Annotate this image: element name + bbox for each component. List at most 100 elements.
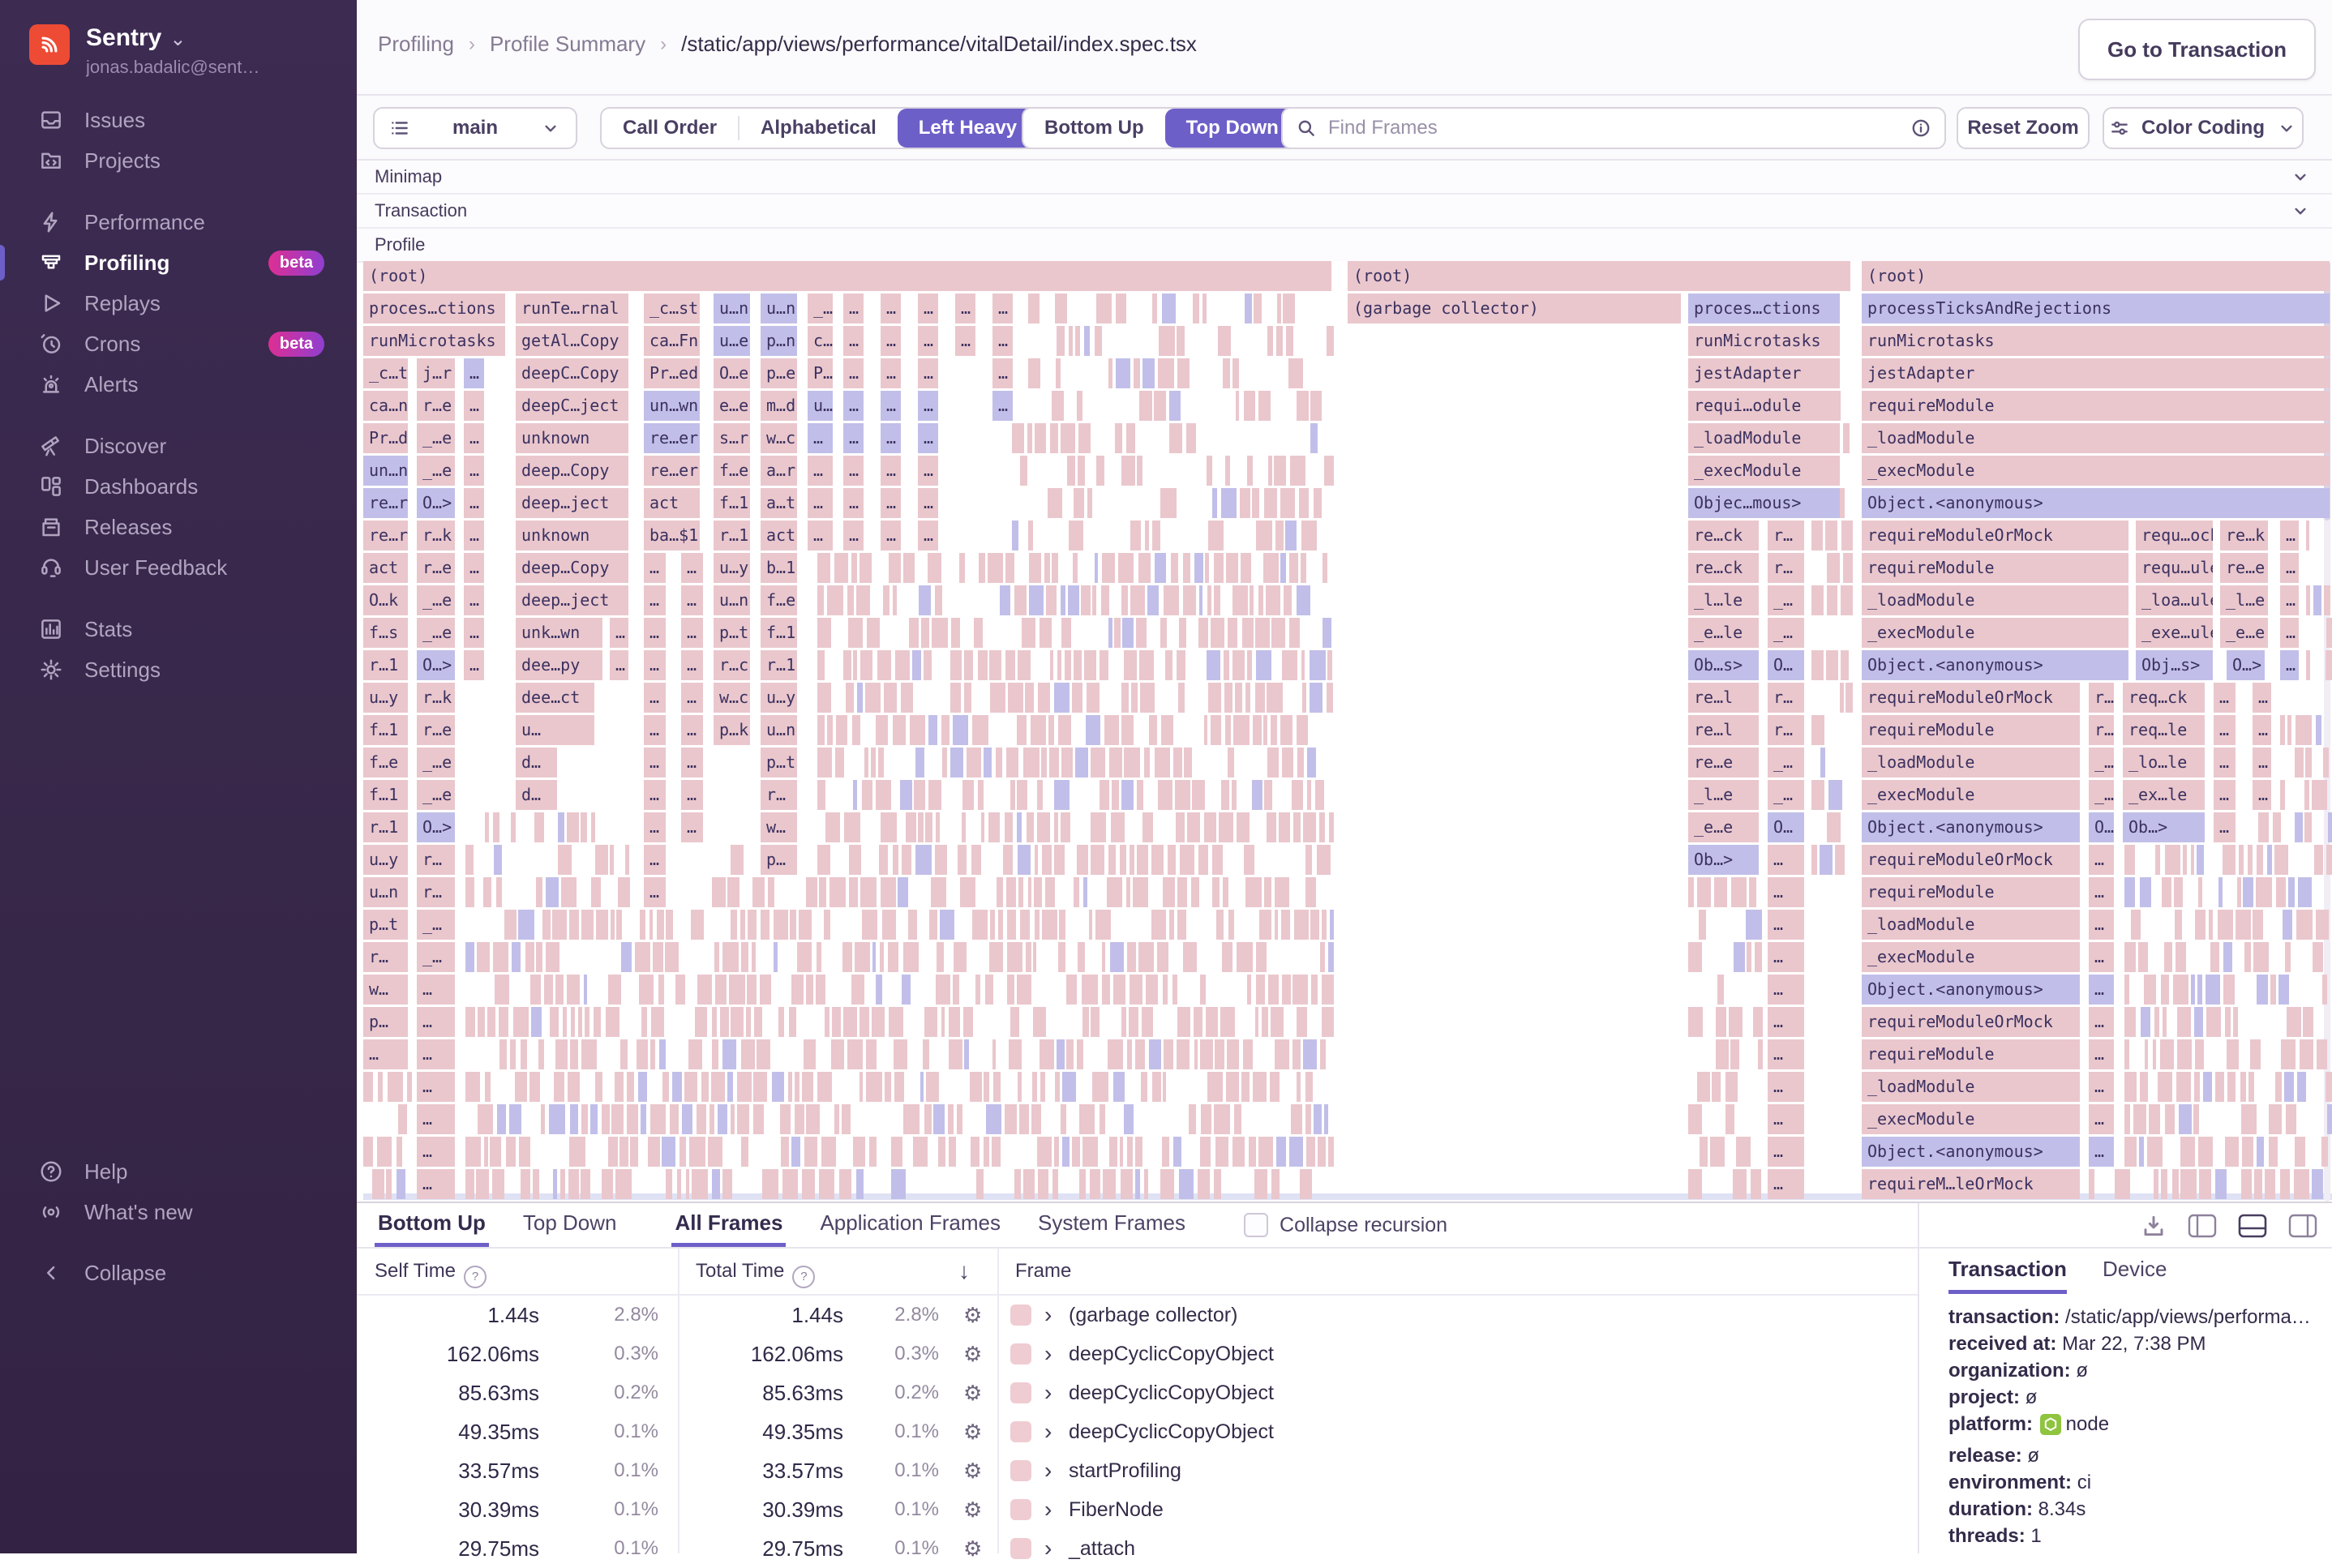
flame-frame[interactable]: …: [1768, 1169, 1804, 1199]
tab-system-frames[interactable]: System Frames: [1035, 1203, 1189, 1247]
flame-frame[interactable]: …: [992, 293, 1013, 323]
flame-frame[interactable]: (root): [363, 261, 1331, 291]
flame-frame[interactable]: …: [464, 423, 484, 453]
flame-frame[interactable]: …: [644, 618, 666, 648]
frame-settings-gear-icon[interactable]: ⚙: [963, 1451, 982, 1490]
flame-frame[interactable]: _…e: [417, 618, 455, 648]
flame-frame[interactable]: b…1: [761, 553, 797, 583]
expand-chevron-icon[interactable]: ›: [1044, 1529, 1052, 1568]
flame-frame[interactable]: Object.<anonymous>: [1862, 650, 2128, 680]
flame-frame[interactable]: u…n: [363, 877, 408, 907]
direction-top-down[interactable]: Top Down: [1164, 109, 1300, 148]
flame-frame[interactable]: Object.<anonymous>: [1862, 812, 2080, 842]
flame-frame[interactable]: …: [644, 812, 666, 842]
flame-frame[interactable]: (garbage collector): [1348, 293, 1681, 323]
flame-frame[interactable]: …: [843, 293, 864, 323]
self-time-column-header[interactable]: Self Time?: [375, 1260, 487, 1288]
flame-frame[interactable]: …: [2214, 780, 2236, 810]
expand-chevron-icon[interactable]: ›: [1044, 1451, 1052, 1490]
flame-frame[interactable]: f…e: [363, 748, 408, 778]
flame-frame[interactable]: …: [881, 456, 901, 486]
sidebar-item-alerts[interactable]: Alerts: [0, 364, 357, 405]
flame-frame[interactable]: r…: [1768, 553, 1804, 583]
total-time-column-header[interactable]: Total Time?: [696, 1260, 816, 1288]
flame-frame[interactable]: Object.<anonymous>: [1862, 488, 2330, 518]
flame-frame[interactable]: …: [808, 488, 833, 518]
flame-frame[interactable]: …: [464, 391, 484, 421]
flame-frame[interactable]: …: [955, 293, 975, 323]
flame-frame[interactable]: …: [1768, 877, 1804, 907]
flame-frame[interactable]: …: [1768, 1007, 1804, 1037]
flame-frame[interactable]: re…er: [644, 423, 700, 453]
flamegraph-canvas[interactable]: (root) (root) (root) proces…ctions runTe…rna…: [363, 261, 2332, 1202]
flame-frame[interactable]: …: [417, 1007, 455, 1037]
sidebar-item-profiling[interactable]: Profiling beta: [0, 242, 357, 283]
flame-frame[interactable]: …: [1768, 1104, 1804, 1134]
sidebar-item-collapse[interactable]: Collapse: [0, 1253, 357, 1293]
flame-frame[interactable]: …: [681, 780, 703, 810]
flame-frame[interactable]: p…t: [714, 618, 750, 648]
flame-frame[interactable]: _loa…ule: [2136, 585, 2213, 615]
details-tab-transaction[interactable]: Transaction: [1948, 1257, 2067, 1294]
flame-frame[interactable]: f…1: [363, 780, 408, 810]
flame-frame[interactable]: u…y: [761, 683, 797, 713]
flame-frame[interactable]: unk…wn: [516, 618, 602, 648]
flame-frame[interactable]: O…>: [417, 488, 455, 518]
flame-frame[interactable]: …: [2280, 585, 2299, 615]
flame-frame[interactable]: Obj…s>: [2136, 650, 2213, 680]
flame-frame[interactable]: re…l: [1688, 715, 1759, 745]
sidebar-item-help[interactable]: Help: [0, 1151, 357, 1192]
flame-frame[interactable]: Ob…>: [1688, 845, 1759, 875]
flame-frame[interactable]: …: [843, 326, 864, 356]
frame-table-row[interactable]: 85.63ms 0.2% 85.63ms 0.2% ⚙ › deepCyclicCopyOb…: [357, 1373, 1918, 1412]
chevron-down-icon[interactable]: [2290, 200, 2311, 221]
flame-frame[interactable]: r…: [1768, 521, 1804, 551]
flame-frame[interactable]: …: [363, 1039, 408, 1069]
flame-frame[interactable]: requ…ock: [2136, 521, 2213, 551]
flame-frame[interactable]: _e…e: [1688, 812, 1759, 842]
flame-frame[interactable]: _e…e: [2220, 618, 2268, 648]
color-coding-button[interactable]: Color Coding: [2103, 107, 2304, 149]
flame-frame[interactable]: …: [918, 293, 938, 323]
flame-frame[interactable]: …: [918, 326, 938, 356]
flame-frame[interactable]: _e…le: [1688, 618, 1759, 648]
flame-frame[interactable]: O…>: [417, 650, 455, 680]
sidebar-item-settings[interactable]: Settings: [0, 649, 357, 690]
flame-frame[interactable]: r…c: [714, 650, 750, 680]
flame-frame[interactable]: r…k: [417, 683, 455, 713]
flame-frame[interactable]: Pr…ed: [644, 358, 700, 388]
flame-frame[interactable]: Ob…s>: [1688, 650, 1759, 680]
flame-frame[interactable]: …: [918, 488, 938, 518]
flame-frame[interactable]: jestAdapter: [1688, 358, 1840, 388]
flame-frame[interactable]: _…: [2089, 748, 2114, 778]
flame-frame[interactable]: …: [1768, 975, 1804, 1005]
flame-frame[interactable]: …: [644, 650, 666, 680]
tab-bottom-up[interactable]: Bottom Up: [375, 1203, 489, 1247]
flame-frame[interactable]: proces…ctions: [363, 293, 505, 323]
flame-frame[interactable]: …: [1768, 942, 1804, 972]
flame-frame[interactable]: r…: [2089, 715, 2114, 745]
flame-frame[interactable]: …: [918, 391, 938, 421]
flame-frame[interactable]: …: [417, 1137, 455, 1167]
tab-top-down[interactable]: Top Down: [520, 1203, 620, 1247]
flame-frame[interactable]: _loadModule: [1862, 748, 2080, 778]
flame-frame[interactable]: runTe…rnal: [516, 293, 628, 323]
frame-settings-gear-icon[interactable]: ⚙: [963, 1296, 982, 1335]
flame-frame[interactable]: …: [464, 553, 484, 583]
flame-frame[interactable]: …: [881, 358, 901, 388]
flame-frame[interactable]: re…ck: [1688, 553, 1759, 583]
flame-frame[interactable]: _l…e: [2220, 585, 2268, 615]
flame-frame[interactable]: …: [843, 521, 864, 551]
flame-frame[interactable]: deep…Copy: [516, 456, 628, 486]
flame-frame[interactable]: u…n: [761, 293, 797, 323]
flame-frame[interactable]: u…y: [363, 683, 408, 713]
flame-frame[interactable]: …: [681, 683, 703, 713]
flame-frame[interactable]: runMicrotasks: [363, 326, 505, 356]
flame-frame[interactable]: O…: [1768, 812, 1804, 842]
flame-frame[interactable]: requireModuleOrMock: [1862, 683, 2080, 713]
flame-frame[interactable]: act: [363, 553, 408, 583]
flame-frame[interactable]: _…: [808, 293, 833, 323]
flame-frame[interactable]: req…le: [2123, 715, 2205, 745]
flame-frame[interactable]: _…e: [417, 780, 455, 810]
flame-frame[interactable]: w…c: [761, 423, 797, 453]
